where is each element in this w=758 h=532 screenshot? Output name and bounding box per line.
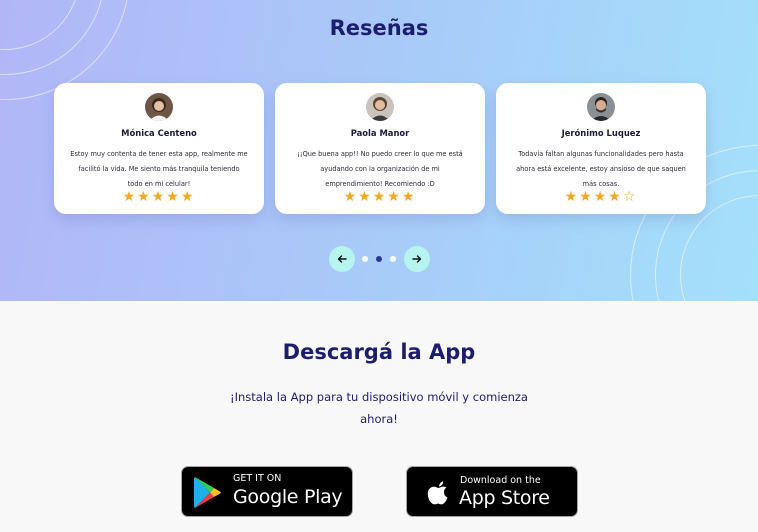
review-text: Estoy muy contenta de tener esta app, re… bbox=[70, 150, 248, 188]
google-play-small-label: GET IT ON bbox=[233, 473, 282, 484]
carousel-prev-button[interactable] bbox=[329, 246, 355, 272]
arrow-right-icon bbox=[412, 255, 422, 263]
reviewer-name: Mónica Centeno bbox=[121, 128, 197, 138]
carousel-next-button[interactable] bbox=[404, 246, 430, 272]
app-store-button[interactable]: Download on the App Store bbox=[406, 466, 578, 517]
carousel-dot[interactable] bbox=[362, 256, 368, 262]
app-store-big-label: App Store bbox=[459, 487, 550, 509]
review-card: Paola Manor ¡¡Que buena app!! No puedo c… bbox=[275, 83, 485, 214]
review-text: Todavía faltan algunas funcionalidades p… bbox=[516, 150, 686, 188]
download-subtitle: ¡Instala la App para tu dispositivo móvi… bbox=[230, 390, 528, 426]
star-rating: ★★★★★ bbox=[122, 189, 196, 205]
reviewer-name: Jerónimo Luquez bbox=[561, 128, 641, 138]
apple-logo-icon bbox=[427, 481, 448, 505]
carousel-dot-active[interactable] bbox=[376, 256, 382, 262]
download-title: Descargá la App bbox=[282, 340, 476, 364]
reviewer-name: Paola Manor bbox=[350, 128, 410, 138]
star-rating: ★★★★☆ bbox=[564, 189, 638, 205]
review-card: Jerónimo Luquez Todavía faltan algunas f… bbox=[496, 83, 706, 214]
google-play-logo-icon bbox=[194, 477, 221, 508]
review-card: Mónica Centeno Estoy muy contenta de ten… bbox=[54, 83, 264, 214]
avatar bbox=[366, 93, 394, 121]
star-rating: ★★★★★ bbox=[343, 189, 417, 205]
avatar bbox=[587, 93, 615, 121]
reviews-section: Reseñas Mónica Centeno Estoy muy content… bbox=[0, 0, 758, 301]
reviews-title: Reseñas bbox=[329, 16, 429, 40]
avatar bbox=[145, 93, 173, 121]
google-play-big-label: Google Play bbox=[233, 486, 343, 508]
arrow-left-icon bbox=[337, 255, 347, 263]
review-text: ¡¡Que buena app!! No puedo creer lo que … bbox=[297, 150, 463, 188]
app-store-small-label: Download on the bbox=[460, 475, 541, 486]
google-play-button[interactable]: GET IT ON Google Play bbox=[181, 466, 353, 517]
carousel-dot[interactable] bbox=[390, 256, 396, 262]
